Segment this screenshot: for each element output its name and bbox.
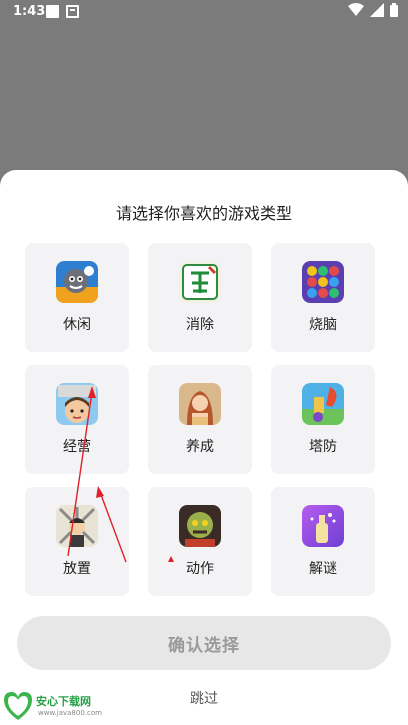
category-label: 动作 (186, 561, 214, 577)
battery-icon (390, 3, 398, 17)
idle-game-icon (56, 505, 98, 547)
category-management[interactable]: 经营 (25, 365, 129, 474)
category-match[interactable]: 消除 (148, 243, 252, 352)
category-label: 放置 (63, 561, 91, 577)
riddle-game-icon (302, 505, 344, 547)
category-label: 烧脑 (309, 317, 337, 333)
management-game-icon (56, 383, 98, 425)
message-icon (66, 5, 79, 18)
game-type-sheet: 请选择你喜欢的游戏类型 休闲 消除 烧脑 经营 养成 塔防 放置 动作 解谜 确… (0, 170, 408, 725)
casual-game-icon (56, 261, 98, 303)
category-label: 消除 (186, 317, 214, 333)
category-raising[interactable]: 养成 (148, 365, 252, 474)
action-game-icon (179, 505, 221, 547)
character-raising-icon (179, 383, 221, 425)
category-label: 解谜 (309, 561, 337, 577)
category-label: 养成 (186, 439, 214, 455)
confirm-button[interactable]: 确认选择 (17, 616, 391, 670)
category-action[interactable]: 动作 (148, 487, 252, 596)
category-tower-defense[interactable]: 塔防 (271, 365, 375, 474)
category-label: 塔防 (309, 439, 337, 455)
tower-defense-icon (302, 383, 344, 425)
category-grid: 休闲 消除 烧脑 经营 养成 塔防 放置 动作 解谜 (25, 243, 377, 596)
category-brain[interactable]: 烧脑 (271, 243, 375, 352)
sheet-title: 请选择你喜欢的游戏类型 (115, 204, 292, 223)
watermark: 安心下载网 www.java800.com (2, 688, 122, 724)
status-bar: 1:43 (0, 0, 408, 24)
heart-logo-icon (4, 692, 32, 720)
category-label: 经营 (63, 439, 91, 455)
notification-icon (46, 5, 59, 18)
wifi-icon (348, 3, 364, 16)
category-label: 休闲 (63, 317, 91, 333)
puzzle-dots-icon (302, 261, 344, 303)
watermark-text: 安心下载网 (36, 695, 91, 708)
category-idle[interactable]: 放置 (25, 487, 129, 596)
category-riddle[interactable]: 解谜 (271, 487, 375, 596)
category-casual[interactable]: 休闲 (25, 243, 129, 352)
signal-icon (370, 3, 384, 17)
mahjong-tile-icon (179, 261, 221, 303)
status-time: 1:43 (13, 4, 46, 19)
status-icons (348, 3, 398, 17)
watermark-url: www.java800.com (38, 709, 102, 717)
